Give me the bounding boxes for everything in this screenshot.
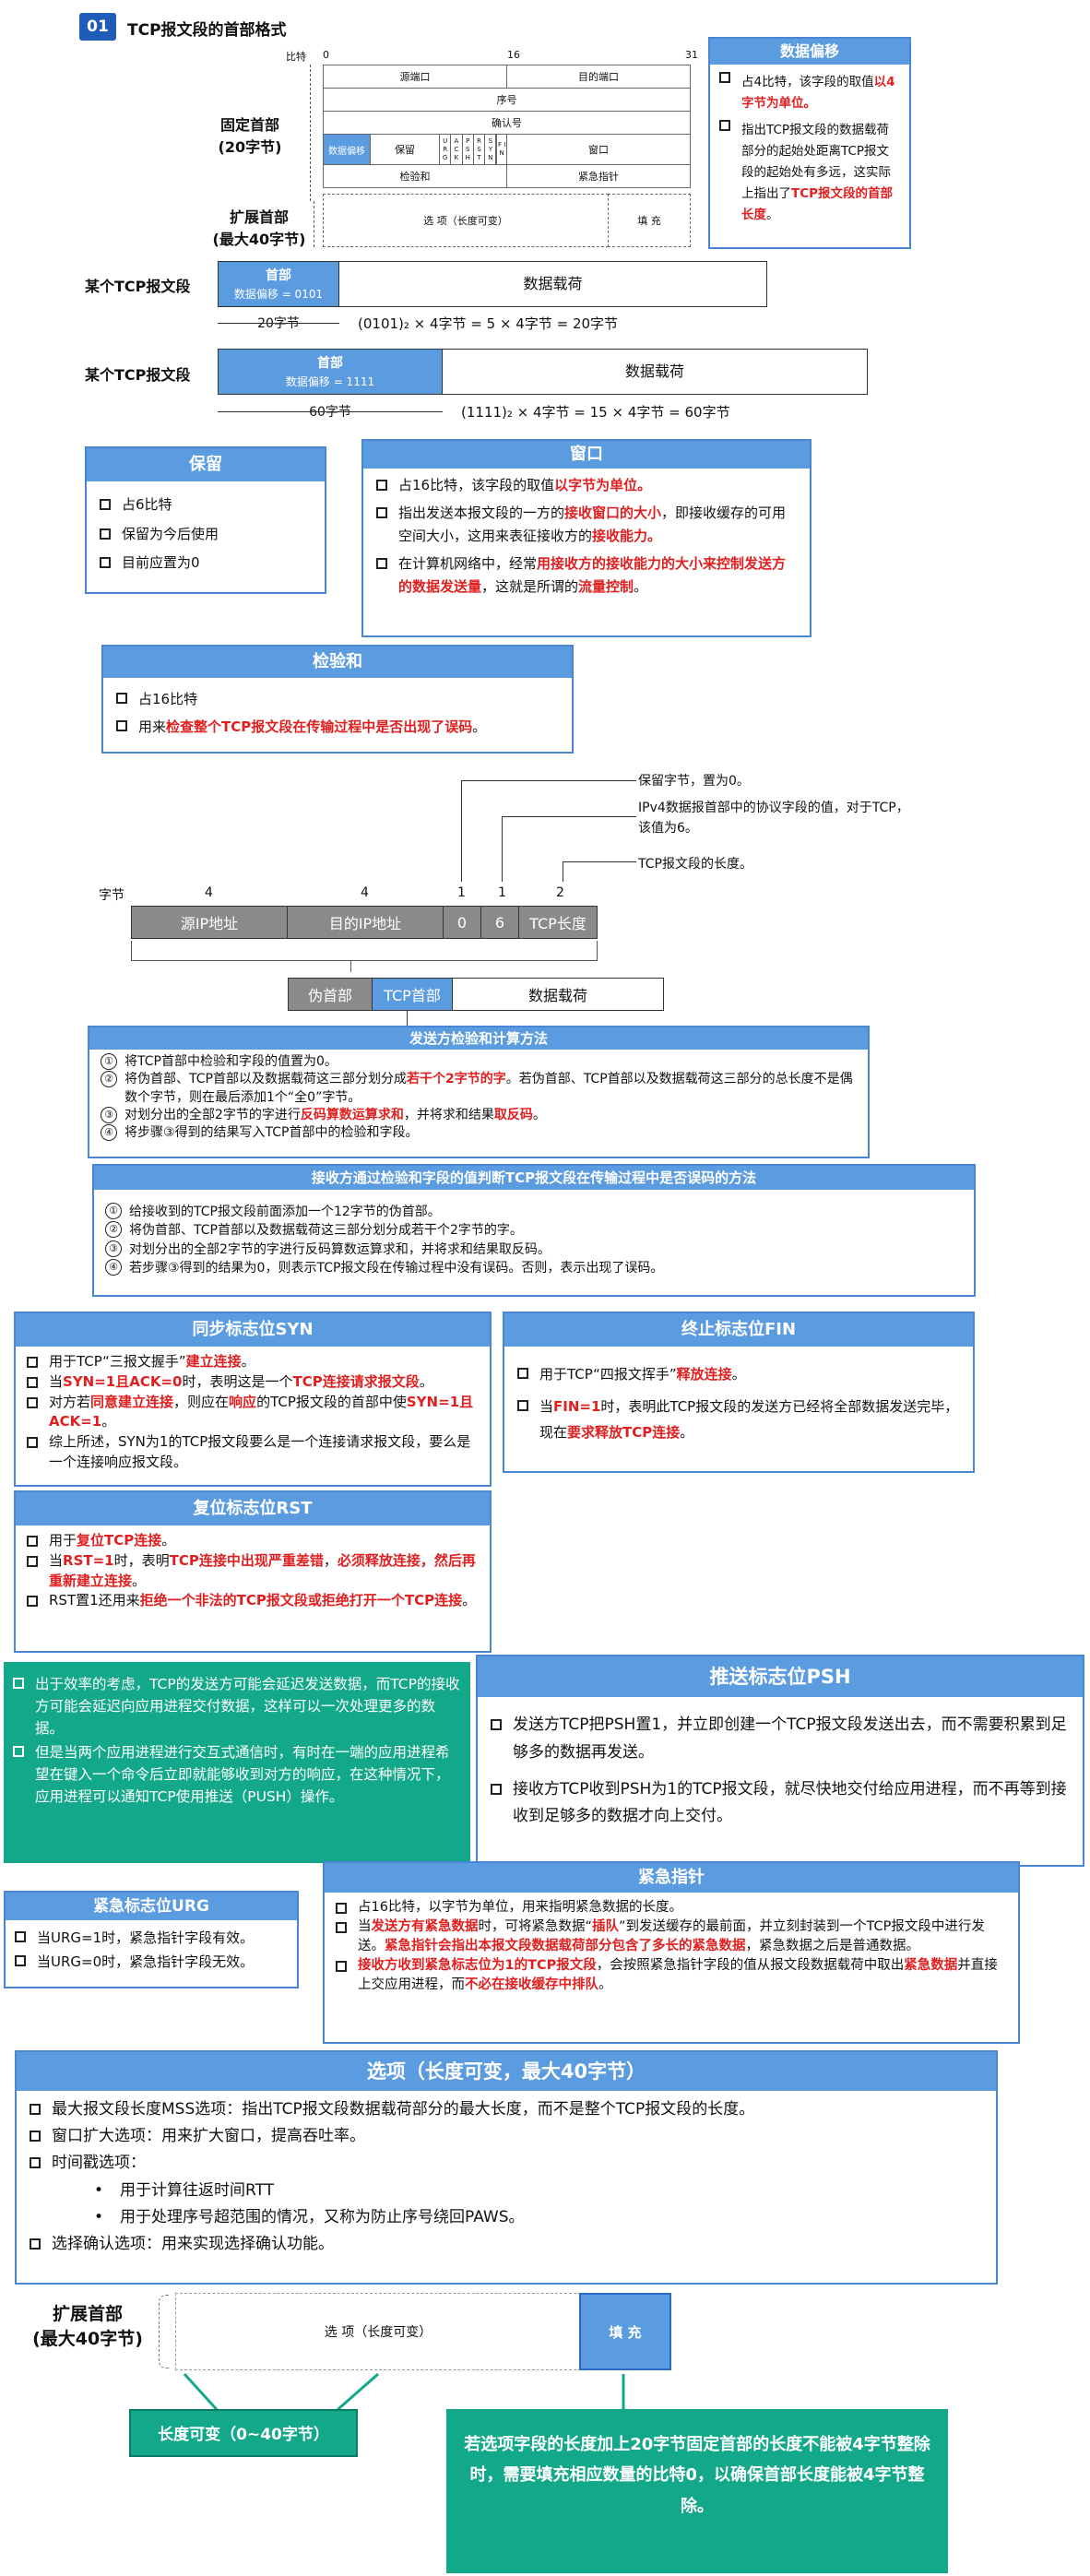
bottom-arrows <box>183 2372 625 2416</box>
padding-note: 若选项字段的长度加上20字节固定首部的长度不能被4字节整除时，需要填充相应数量的… <box>446 2409 948 2573</box>
length-variable-note: 长度可变（0~40字节） <box>129 2409 358 2457</box>
